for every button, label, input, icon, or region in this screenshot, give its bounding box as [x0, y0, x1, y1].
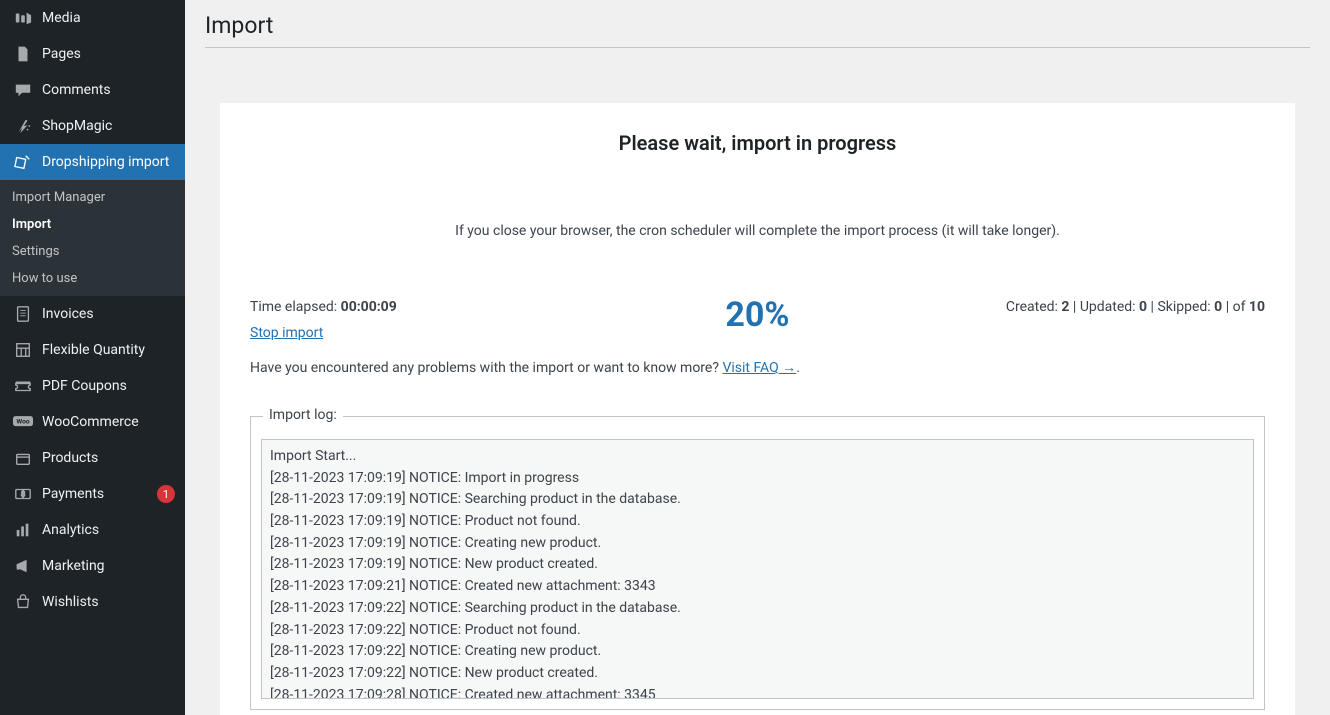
sidebar-submenu: Import Manager Import Settings How to us… [0, 180, 185, 296]
log-line: [28-11-2023 17:09:22] NOTICE: New produc… [270, 663, 1245, 685]
sidebar-item-marketing[interactable]: Marketing [0, 548, 185, 584]
sidebar-item-payments[interactable]: $ Payments 1 [0, 476, 185, 512]
admin-sidebar: Media Pages Comments ShopMagic Dropshipp [0, 0, 185, 715]
sidebar-label: Flexible Quantity [42, 341, 175, 359]
sidebar-item-pages[interactable]: Pages [0, 36, 185, 72]
log-line: [28-11-2023 17:09:19] NOTICE: Creating n… [270, 533, 1245, 555]
svg-text:Woo: Woo [16, 418, 29, 426]
sidebar-item-dropshipping[interactable]: Dropshipping import [0, 144, 185, 180]
total-count: 10 [1249, 299, 1265, 315]
sidebar-item-flexqty[interactable]: Flexible Quantity [0, 332, 185, 368]
sidebar-item-wishlists[interactable]: Wishlists [0, 584, 185, 620]
products-icon [12, 449, 34, 467]
submenu-howtouse[interactable]: How to use [0, 265, 185, 292]
sidebar-item-products[interactable]: Products [0, 440, 185, 476]
comments-icon [12, 81, 34, 99]
active-pointer-icon [185, 154, 193, 170]
sidebar-item-shopmagic[interactable]: ShopMagic [0, 108, 185, 144]
status-row: Time elapsed: 00:00:09 Stop import 20% C… [250, 299, 1265, 341]
submenu-import[interactable]: Import [0, 211, 185, 238]
status-counts: Created: 2 | Updated: 0 | Skipped: 0 | o… [927, 299, 1265, 315]
dropshipping-icon [12, 153, 34, 171]
sidebar-label: Invoices [42, 305, 175, 323]
updated-count: 0 [1139, 299, 1147, 315]
sidebar-label: Pages [42, 45, 175, 63]
sidebar-label: Comments [42, 81, 175, 99]
payments-badge: 1 [157, 485, 175, 503]
flexqty-icon [12, 341, 34, 359]
import-log-box[interactable]: Import Start...[28-11-2023 17:09:19] NOT… [261, 439, 1254, 699]
import-log-legend: Import log: [263, 407, 343, 423]
sidebar-label: Wishlists [42, 593, 175, 611]
progress-heading: Please wait, import in progress [250, 131, 1265, 155]
media-icon [12, 9, 34, 27]
submenu-import-manager[interactable]: Import Manager [0, 184, 185, 211]
sidebar-label: WooCommerce [42, 413, 175, 431]
pdfcoupons-icon [12, 377, 34, 395]
svg-text:$: $ [21, 490, 25, 499]
pages-icon [12, 45, 34, 63]
skipped-count: 0 [1214, 299, 1222, 315]
wishlists-icon [12, 593, 34, 611]
sidebar-item-invoices[interactable]: Invoices [0, 296, 185, 332]
sidebar-label: ShopMagic [42, 117, 175, 135]
elapsed-value: 00:00:09 [341, 299, 397, 315]
sidebar-item-woocommerce[interactable]: Woo WooCommerce [0, 404, 185, 440]
sidebar-label: Products [42, 449, 175, 467]
log-line: [28-11-2023 17:09:19] NOTICE: New produc… [270, 554, 1245, 576]
sidebar-label: Payments [42, 485, 151, 503]
sidebar-label: Media [42, 9, 175, 27]
sidebar-item-comments[interactable]: Comments [0, 72, 185, 108]
status-left: Time elapsed: 00:00:09 Stop import [250, 299, 588, 341]
woocommerce-icon: Woo [12, 415, 34, 429]
log-line: [28-11-2023 17:09:19] NOTICE: Product no… [270, 511, 1245, 533]
progress-percent: 20% [588, 295, 926, 335]
page-title: Import [205, 0, 1310, 48]
analytics-icon [12, 521, 34, 539]
elapsed-label: Time elapsed: [250, 299, 341, 315]
sidebar-label: Marketing [42, 557, 175, 575]
log-line: [28-11-2023 17:09:22] NOTICE: Product no… [270, 620, 1245, 642]
sidebar-item-analytics[interactable]: Analytics [0, 512, 185, 548]
log-line: [28-11-2023 17:09:19] NOTICE: Import in … [270, 468, 1245, 490]
marketing-icon [12, 557, 34, 575]
log-line: [28-11-2023 17:09:19] NOTICE: Searching … [270, 489, 1245, 511]
log-line: [28-11-2023 17:09:22] NOTICE: Searching … [270, 598, 1245, 620]
sidebar-label: PDF Coupons [42, 377, 175, 395]
sidebar-label: Dropshipping import [42, 153, 175, 171]
sidebar-item-pdfcoupons[interactable]: PDF Coupons [0, 368, 185, 404]
log-line: Import Start... [270, 446, 1245, 468]
log-line: [28-11-2023 17:09:22] NOTICE: Creating n… [270, 641, 1245, 663]
main-content: Import Please wait, import in progress I… [185, 0, 1330, 715]
sidebar-item-media[interactable]: Media [0, 0, 185, 36]
faq-link[interactable]: Visit FAQ → [722, 360, 796, 376]
faq-line: Have you encountered any problems with t… [250, 359, 1265, 376]
log-line: [28-11-2023 17:09:28] NOTICE: Created ne… [270, 685, 1245, 699]
submenu-settings[interactable]: Settings [0, 238, 185, 265]
stop-import-link[interactable]: Stop import [250, 325, 323, 341]
log-line: [28-11-2023 17:09:21] NOTICE: Created ne… [270, 576, 1245, 598]
shopmagic-icon [12, 117, 34, 135]
sidebar-label: Analytics [42, 521, 175, 539]
payments-icon: $ [12, 485, 34, 503]
invoices-icon [12, 305, 34, 323]
progress-note: If you close your browser, the cron sche… [250, 223, 1265, 239]
import-log-fieldset: Import log: Import Start...[28-11-2023 1… [250, 416, 1265, 710]
import-panel: Please wait, import in progress If you c… [220, 103, 1295, 715]
